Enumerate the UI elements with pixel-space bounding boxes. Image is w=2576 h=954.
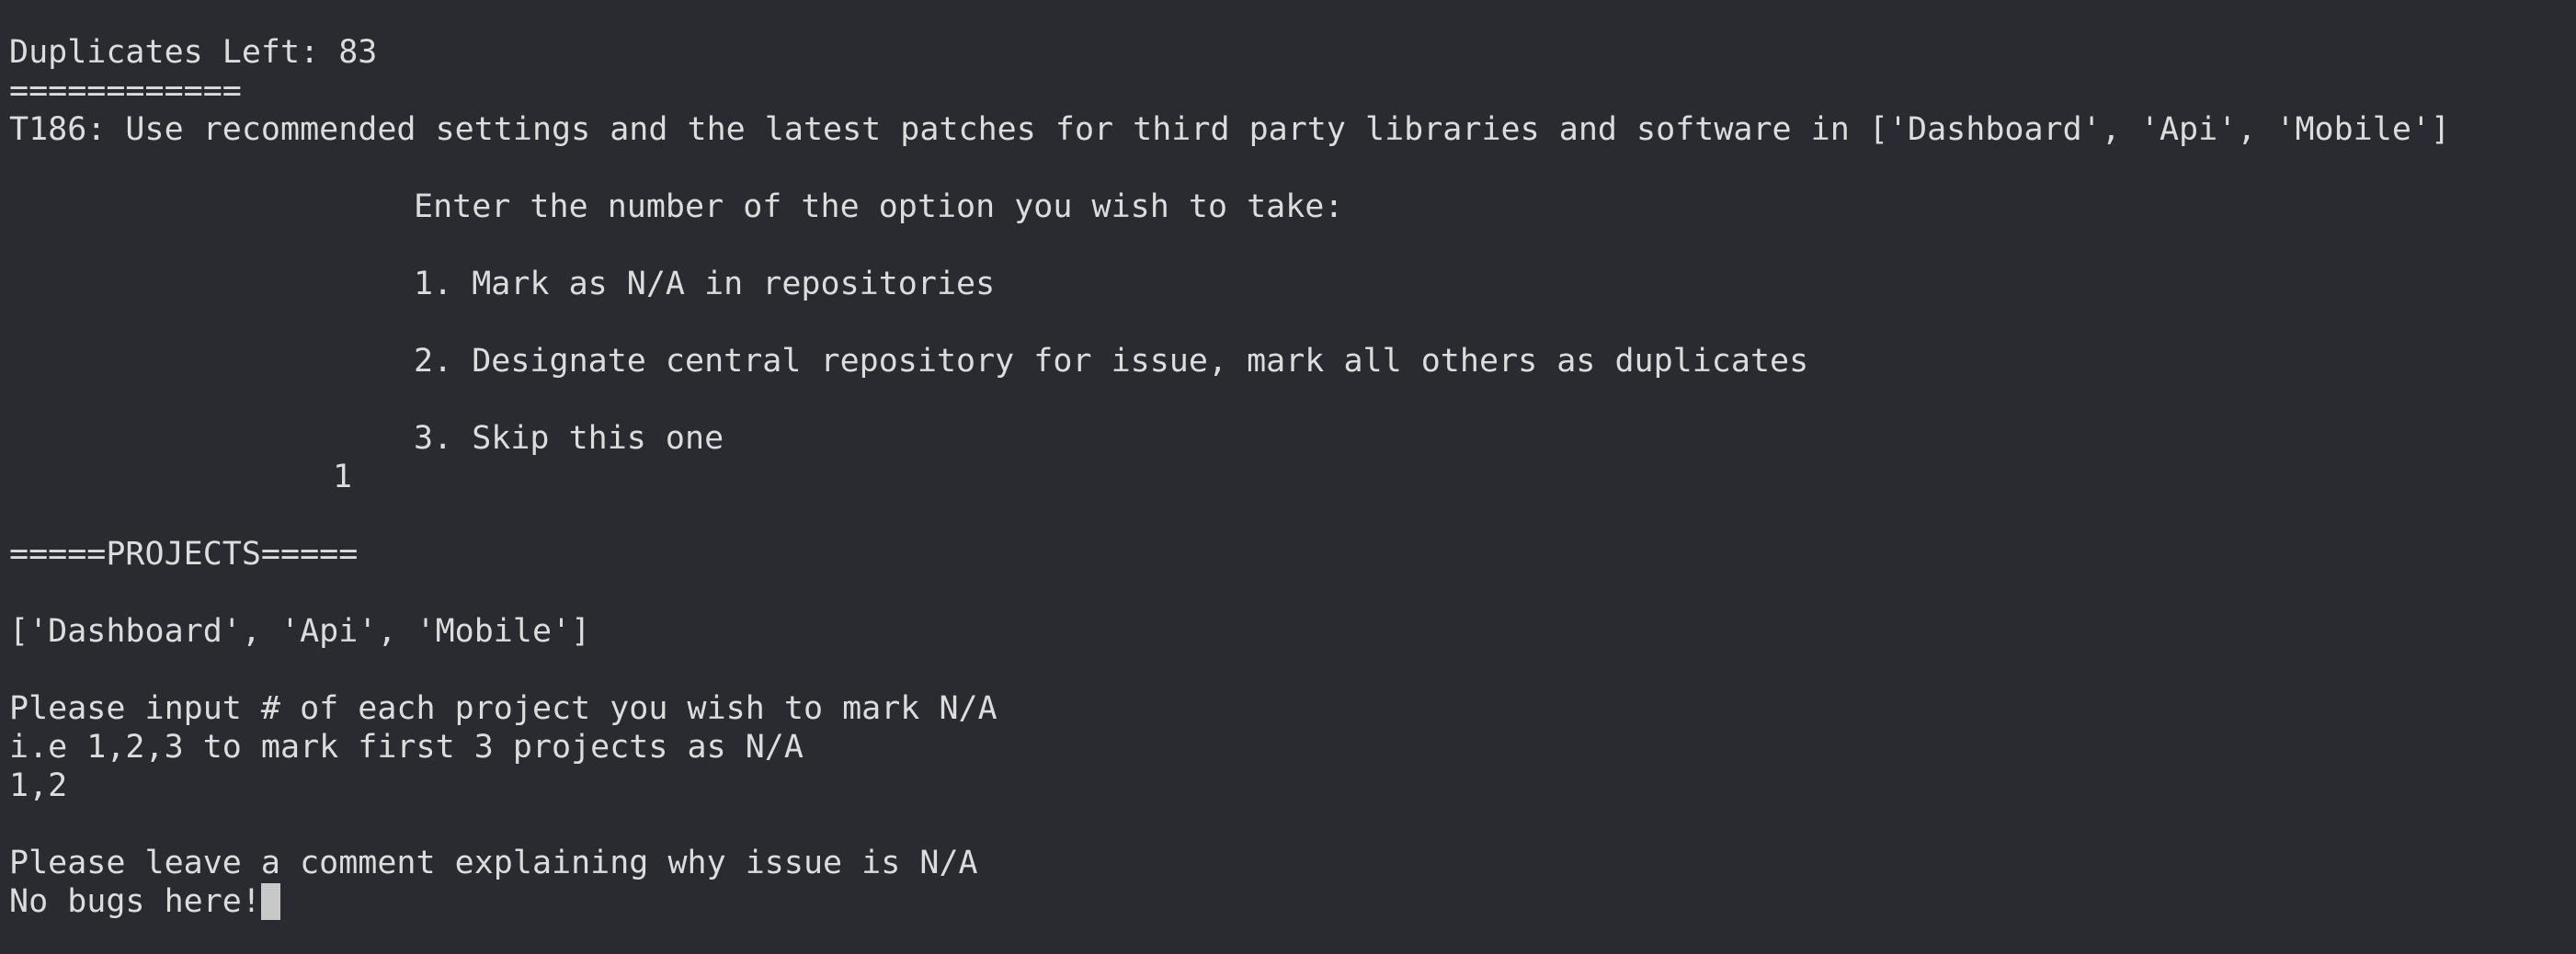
projects-input-value: 1,2: [9, 767, 68, 804]
text-cursor: [260, 883, 280, 920]
option-skip: 3. Skip this one: [414, 420, 724, 457]
option-mark-na: 1. Mark as N/A in repositories: [414, 266, 996, 302]
comment-input-line[interactable]: No bugs here!: [9, 882, 280, 921]
task-description: T186: Use recommended settings and the l…: [9, 111, 2451, 148]
projects-list: ['Dashboard', 'Api', 'Mobile']: [9, 613, 591, 650]
option-prompt-title: Enter the number of the option you wish …: [414, 188, 1344, 225]
duplicates-left-counter: Duplicates Left: 83: [9, 34, 378, 71]
comment-prompt: Please leave a comment explaining why is…: [9, 845, 978, 881]
projects-header: =====PROJECTS=====: [9, 536, 359, 573]
option-input-value: 1: [333, 459, 353, 495]
terminal-window[interactable]: Duplicates Left: 83 ============ T186: U…: [0, 0, 2576, 954]
comment-input-value: No bugs here!: [9, 883, 261, 920]
separator-line: ============: [9, 73, 242, 109]
projects-input-instruction: Please input # of each project you wish …: [9, 690, 997, 727]
option-designate-central: 2. Designate central repository for issu…: [414, 343, 1809, 380]
projects-input-example: i.e 1,2,3 to mark first 3 projects as N/…: [9, 729, 804, 766]
